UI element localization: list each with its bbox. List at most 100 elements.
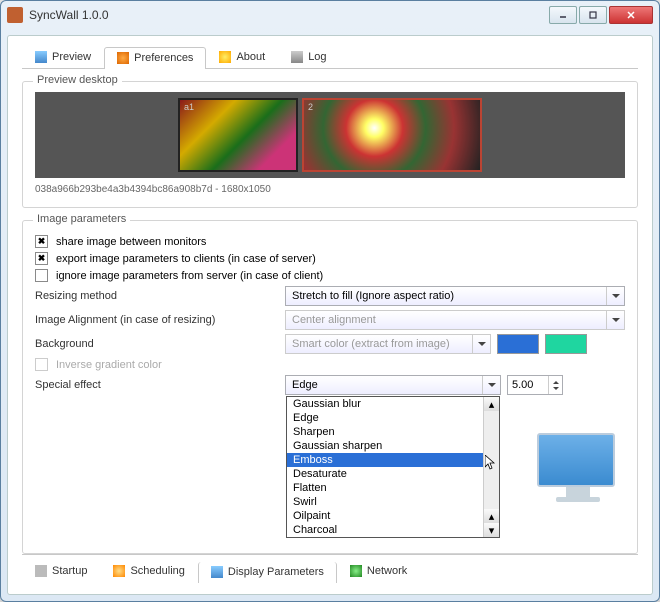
tab-log[interactable]: Log: [278, 46, 339, 68]
export-checkbox[interactable]: [35, 252, 48, 265]
tab-preferences[interactable]: Preferences: [104, 47, 206, 69]
top-tabs: Preview Preferences About Log: [22, 46, 638, 69]
effect-option[interactable]: Charcoal: [287, 523, 499, 537]
inverse-checkbox: [35, 358, 48, 371]
tab-label: Network: [367, 565, 407, 577]
titlebar: SyncWall 1.0.0: [1, 1, 659, 29]
window-title: SyncWall 1.0.0: [29, 8, 547, 22]
effect-option[interactable]: Gaussian blur: [287, 397, 499, 411]
share-label: share image between monitors: [56, 236, 206, 248]
monitor-stand-icon: [566, 487, 590, 497]
tab-label: Scheduling: [130, 565, 184, 577]
effect-label: Special effect: [35, 379, 285, 391]
tab-scheduling[interactable]: Scheduling: [100, 561, 197, 582]
preview-caption: 038a966b293be4a3b4394bc86a908b7d - 1680x…: [35, 184, 625, 195]
spin-down-icon[interactable]: [549, 385, 562, 394]
image-params-group: Image parameters share image between mon…: [22, 220, 638, 554]
row-background: Background Smart color (extract from ima…: [35, 334, 625, 354]
combo-value: Edge: [292, 379, 318, 391]
ignore-label: ignore image parameters from server (in …: [56, 270, 323, 282]
group-label: Preview desktop: [33, 74, 122, 86]
alignment-label: Image Alignment (in case of resizing): [35, 314, 285, 326]
preview-strip: a1 2: [35, 92, 625, 178]
effect-option[interactable]: Swirl: [287, 495, 499, 509]
tab-label: Log: [308, 51, 326, 63]
monitor-label: a1: [184, 102, 194, 112]
effect-spinner[interactable]: 5.00: [507, 375, 563, 395]
color-swatch-2[interactable]: [545, 334, 587, 354]
combo-value: Stretch to fill (Ignore aspect ratio): [292, 290, 454, 302]
inverse-label: Inverse gradient color: [56, 359, 162, 371]
row-effect: Special effect Edge Gaussian blurEdgeSha…: [35, 375, 625, 395]
effect-option[interactable]: Gaussian sharpen: [287, 439, 499, 453]
effect-combo[interactable]: Edge Gaussian blurEdgeSharpenGaussian sh…: [285, 375, 501, 395]
spinner-value: 5.00: [512, 379, 533, 391]
effect-option[interactable]: Edge: [287, 411, 499, 425]
chevron-down-icon: [482, 376, 500, 394]
row-share: share image between monitors: [35, 235, 625, 248]
effect-option[interactable]: Oilpaint: [287, 509, 499, 523]
effect-option[interactable]: Desaturate: [287, 467, 499, 481]
alignment-combo[interactable]: Center alignment: [285, 310, 625, 330]
effect-option[interactable]: Sharpen: [287, 425, 499, 439]
monitor-preview-2: 2: [302, 98, 482, 172]
minimize-button[interactable]: [549, 6, 577, 24]
bottom-tabs: Startup Scheduling Display Parameters Ne…: [22, 554, 638, 582]
row-ignore: ignore image parameters from server (in …: [35, 269, 625, 282]
monitor-base-icon: [556, 497, 600, 502]
chevron-down-icon: [606, 311, 624, 329]
maximize-button[interactable]: [579, 6, 607, 24]
tab-label: Preview: [52, 51, 91, 63]
color-swatch-1[interactable]: [497, 334, 539, 354]
resizing-combo[interactable]: Stretch to fill (Ignore aspect ratio): [285, 286, 625, 306]
scroll-up-icon[interactable]: ▴: [484, 397, 499, 411]
tab-label: Preferences: [134, 52, 193, 64]
effect-option[interactable]: Flatten: [287, 481, 499, 495]
log-icon: [291, 51, 303, 63]
globe-icon: [350, 565, 362, 577]
tab-startup[interactable]: Startup: [22, 561, 100, 582]
resizing-label: Resizing method: [35, 290, 285, 302]
tab-about[interactable]: About: [206, 46, 278, 68]
close-button[interactable]: [609, 6, 653, 24]
monitor-label: 2: [308, 102, 313, 112]
tab-label: Display Parameters: [228, 566, 324, 578]
row-inverse: Inverse gradient color: [35, 358, 625, 371]
star-icon: [219, 51, 231, 63]
monitor-screen-icon: [537, 433, 615, 487]
chevron-down-icon: [472, 335, 490, 353]
scroll-down-icon[interactable]: ▾: [484, 523, 499, 537]
chevron-down-icon: [606, 287, 624, 305]
clock-icon: [113, 565, 125, 577]
background-label: Background: [35, 338, 285, 350]
app-icon: [7, 7, 23, 23]
tab-preview[interactable]: Preview: [22, 46, 104, 68]
combo-value: Center alignment: [292, 314, 376, 326]
tab-network[interactable]: Network: [337, 561, 420, 582]
group-label: Image parameters: [33, 213, 130, 225]
gear-icon: [117, 52, 129, 64]
spin-up-icon[interactable]: [549, 376, 562, 385]
scrollbar[interactable]: ▴ ▴ ▾: [483, 397, 499, 537]
app-window: SyncWall 1.0.0 Preview Preferences About…: [0, 0, 660, 602]
effect-dropdown[interactable]: Gaussian blurEdgeSharpenGaussian sharpen…: [286, 396, 500, 538]
tab-label: Startup: [52, 565, 87, 577]
tab-display-parameters[interactable]: Display Parameters: [198, 562, 337, 583]
drive-icon: [35, 565, 47, 577]
monitor-preview-1: a1: [178, 98, 298, 172]
content-panel: Preview Preferences About Log Preview de…: [7, 35, 653, 595]
share-checkbox[interactable]: [35, 235, 48, 248]
export-label: export image parameters to clients (in c…: [56, 253, 316, 265]
row-resizing: Resizing method Stretch to fill (Ignore …: [35, 286, 625, 306]
preview-group: Preview desktop a1 2 038a966b293be4a3b43…: [22, 81, 638, 208]
monitor-icon: [211, 566, 223, 578]
ignore-checkbox[interactable]: [35, 269, 48, 282]
row-alignment: Image Alignment (in case of resizing) Ce…: [35, 310, 625, 330]
scroll-down-double-icon[interactable]: ▴: [484, 509, 499, 523]
combo-value: Smart color (extract from image): [292, 338, 450, 350]
background-combo[interactable]: Smart color (extract from image): [285, 334, 491, 354]
effect-option[interactable]: Emboss: [287, 453, 499, 467]
row-export: export image parameters to clients (in c…: [35, 252, 625, 265]
tab-label: About: [236, 51, 265, 63]
image-icon: [35, 51, 47, 63]
